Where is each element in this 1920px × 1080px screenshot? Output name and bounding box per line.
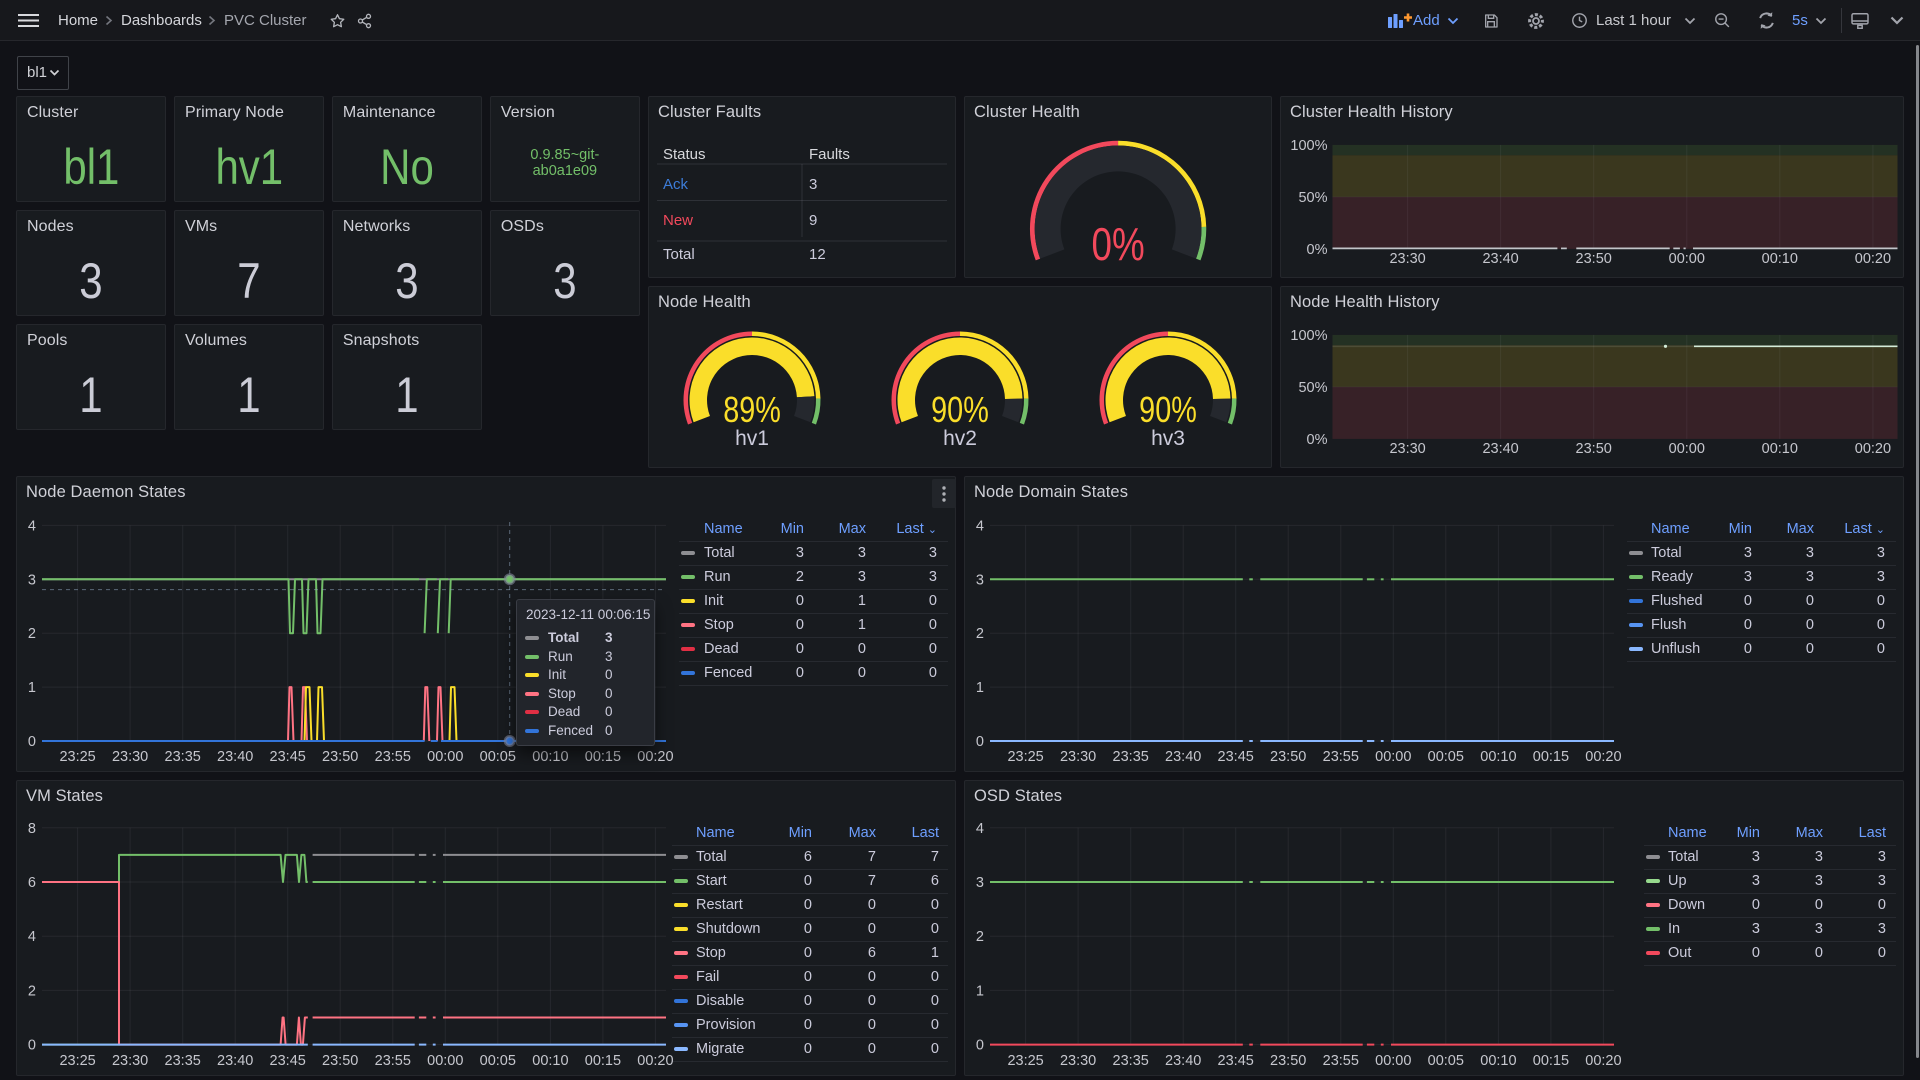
svg-text:3: 3 <box>976 875 984 891</box>
svg-text:0: 0 <box>28 734 36 750</box>
svg-text:00:15: 00:15 <box>1533 1053 1569 1069</box>
svg-text:90%: 90% <box>931 389 989 430</box>
svg-text:23:40: 23:40 <box>1482 441 1518 457</box>
svg-text:1: 1 <box>28 680 36 696</box>
svg-text:00:05: 00:05 <box>1428 1053 1464 1069</box>
svg-text:23:40: 23:40 <box>217 1053 253 1069</box>
svg-text:100%: 100% <box>1290 328 1327 344</box>
svg-text:23:25: 23:25 <box>1007 749 1043 765</box>
svg-text:23:40: 23:40 <box>1165 1053 1201 1069</box>
svg-text:50%: 50% <box>1298 190 1327 206</box>
svg-text:23:50: 23:50 <box>1270 1053 1306 1069</box>
svg-text:3: 3 <box>28 572 36 588</box>
svg-text:23:30: 23:30 <box>1389 441 1425 457</box>
svg-text:00:15: 00:15 <box>585 749 621 765</box>
svg-text:4: 4 <box>976 518 984 534</box>
svg-text:23:30: 23:30 <box>112 749 148 765</box>
svg-text:23:55: 23:55 <box>1323 749 1359 765</box>
svg-text:23:55: 23:55 <box>1323 1053 1359 1069</box>
svg-text:23:35: 23:35 <box>165 1053 201 1069</box>
svg-text:0%: 0% <box>1307 242 1328 258</box>
svg-text:4: 4 <box>28 518 36 534</box>
svg-text:89%: 89% <box>723 389 781 430</box>
svg-text:00:00: 00:00 <box>1669 441 1705 457</box>
svg-text:00:20: 00:20 <box>637 1053 673 1069</box>
svg-text:23:45: 23:45 <box>1218 749 1254 765</box>
svg-text:23:50: 23:50 <box>322 749 358 765</box>
svg-text:00:00: 00:00 <box>427 1053 463 1069</box>
svg-text:23:50: 23:50 <box>322 1053 358 1069</box>
svg-text:23:45: 23:45 <box>270 749 306 765</box>
svg-text:00:20: 00:20 <box>1585 1053 1621 1069</box>
svg-text:00:05: 00:05 <box>1428 749 1464 765</box>
svg-text:23:30: 23:30 <box>1389 251 1425 267</box>
svg-text:23:50: 23:50 <box>1576 441 1612 457</box>
svg-text:23:30: 23:30 <box>1060 749 1096 765</box>
svg-text:hv1: hv1 <box>735 427 769 450</box>
svg-text:23:40: 23:40 <box>1482 251 1518 267</box>
svg-text:23:40: 23:40 <box>1165 749 1201 765</box>
svg-text:0: 0 <box>976 734 984 750</box>
svg-text:23:50: 23:50 <box>1576 251 1612 267</box>
svg-text:00:20: 00:20 <box>1855 251 1891 267</box>
svg-text:00:00: 00:00 <box>427 749 463 765</box>
svg-text:3: 3 <box>976 572 984 588</box>
svg-text:00:00: 00:00 <box>1375 749 1411 765</box>
svg-text:2: 2 <box>28 983 36 999</box>
svg-text:00:10: 00:10 <box>1762 441 1798 457</box>
svg-text:00:10: 00:10 <box>1480 1053 1516 1069</box>
svg-text:00:00: 00:00 <box>1375 1053 1411 1069</box>
svg-text:00:05: 00:05 <box>480 749 516 765</box>
svg-text:23:50: 23:50 <box>1270 749 1306 765</box>
svg-text:23:25: 23:25 <box>1007 1053 1043 1069</box>
svg-text:23:45: 23:45 <box>270 1053 306 1069</box>
svg-text:100%: 100% <box>1290 138 1327 154</box>
svg-text:2: 2 <box>976 929 984 945</box>
svg-text:23:35: 23:35 <box>1113 1053 1149 1069</box>
svg-text:23:55: 23:55 <box>375 749 411 765</box>
svg-text:00:20: 00:20 <box>637 749 673 765</box>
svg-text:2: 2 <box>976 626 984 642</box>
svg-text:0: 0 <box>976 1038 984 1054</box>
svg-text:00:10: 00:10 <box>1480 749 1516 765</box>
svg-text:1: 1 <box>976 983 984 999</box>
svg-text:6: 6 <box>28 875 36 891</box>
svg-text:0: 0 <box>28 1038 36 1054</box>
svg-text:4: 4 <box>28 929 36 945</box>
svg-text:23:40: 23:40 <box>217 749 253 765</box>
svg-text:50%: 50% <box>1298 380 1327 396</box>
svg-text:4: 4 <box>976 821 984 837</box>
svg-text:00:10: 00:10 <box>1762 251 1798 267</box>
svg-text:23:35: 23:35 <box>1113 749 1149 765</box>
svg-text:23:30: 23:30 <box>1060 1053 1096 1069</box>
svg-text:1: 1 <box>976 680 984 696</box>
svg-text:8: 8 <box>28 821 36 837</box>
svg-text:0%: 0% <box>1307 432 1328 448</box>
svg-text:00:10: 00:10 <box>532 1053 568 1069</box>
svg-text:23:30: 23:30 <box>112 1053 148 1069</box>
svg-text:00:10: 00:10 <box>532 749 568 765</box>
svg-text:23:35: 23:35 <box>165 749 201 765</box>
svg-text:23:25: 23:25 <box>59 749 95 765</box>
svg-text:00:05: 00:05 <box>480 1053 516 1069</box>
svg-text:00:20: 00:20 <box>1855 441 1891 457</box>
svg-text:00:15: 00:15 <box>1533 749 1569 765</box>
svg-text:00:15: 00:15 <box>585 1053 621 1069</box>
svg-text:23:25: 23:25 <box>59 1053 95 1069</box>
svg-text:23:45: 23:45 <box>1218 1053 1254 1069</box>
svg-text:00:20: 00:20 <box>1585 749 1621 765</box>
svg-text:90%: 90% <box>1139 389 1197 430</box>
svg-text:00:00: 00:00 <box>1669 251 1705 267</box>
svg-text:hv3: hv3 <box>1151 427 1185 450</box>
svg-text:0%: 0% <box>1092 218 1145 270</box>
svg-text:2: 2 <box>28 626 36 642</box>
svg-text:hv2: hv2 <box>943 427 977 450</box>
svg-text:23:55: 23:55 <box>375 1053 411 1069</box>
